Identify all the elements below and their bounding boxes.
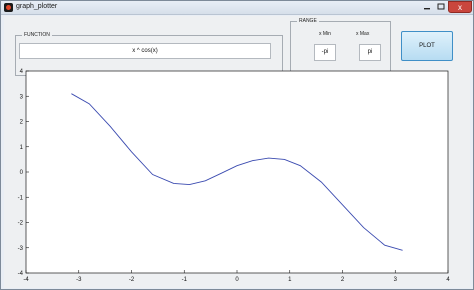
plot-axes: -4 -3 -2 -1 0 1 2 3 4 4 3 2 1 0 -1 -2 -3 -4 <box>18 69 451 283</box>
y-tick-label: -3 <box>18 246 24 252</box>
y-tick-label: 0 <box>20 170 24 176</box>
y-tick-label: -4 <box>18 271 24 277</box>
x-tick-label: 3 <box>394 277 398 283</box>
x-tick-label: -3 <box>76 277 82 283</box>
x-tick-label: -2 <box>129 277 135 283</box>
y-tick-label: 2 <box>20 120 24 126</box>
x-tick-label: -1 <box>182 277 188 283</box>
axes-background <box>25 70 449 274</box>
x-tick-label: 0 <box>235 277 239 283</box>
app-window: graph_plotter x FUNCTION x ^ cos(x) RANG… <box>0 0 474 290</box>
y-tick-label: -1 <box>18 195 24 201</box>
x-tick-label: 2 <box>341 277 345 283</box>
x-tick-label: 4 <box>446 277 450 283</box>
x-tick-label: -4 <box>23 277 29 283</box>
x-tick-label: 1 <box>288 277 292 283</box>
y-tick-label: 4 <box>20 69 24 75</box>
y-tick-label: 3 <box>20 94 24 100</box>
y-tick-label: -2 <box>18 221 24 227</box>
y-tick-label: 1 <box>20 145 24 151</box>
